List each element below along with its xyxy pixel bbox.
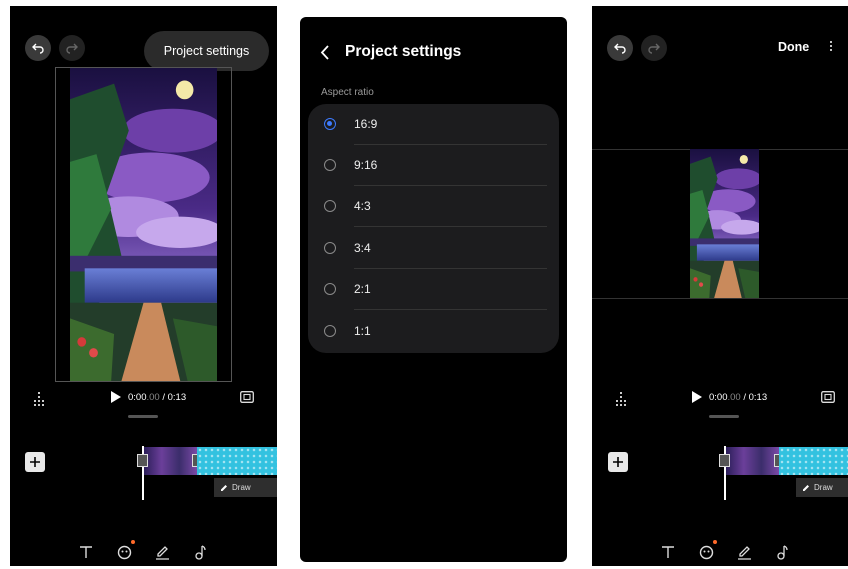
time-total: / 0:13 [743,392,768,403]
time-total: / 0:13 [162,392,187,403]
redo-button[interactable] [641,35,667,61]
drag-handle[interactable] [709,415,739,418]
plus-icon [30,457,40,467]
sticker-tool[interactable] [697,543,715,561]
option-label: 1:1 [354,324,371,338]
fullscreen-icon[interactable] [240,391,254,403]
aspect-ratio-heading: Aspect ratio [321,87,374,98]
aspect-option-3-4[interactable]: 3:4 [308,228,559,269]
aspect-option-9-16[interactable]: 9:16 [308,145,559,186]
pencil-icon [221,484,227,491]
radio-unselected[interactable] [324,242,336,254]
sticker-clip[interactable] [779,447,848,475]
divider [354,226,547,227]
undo-button[interactable] [25,35,51,61]
redo-icon [648,43,660,54]
sticker-clip[interactable] [197,447,277,475]
add-clip-button[interactable] [608,452,628,472]
option-label: 2:1 [354,282,371,296]
video-clip[interactable] [144,447,197,475]
time-readout: 0:00.00 / 0:13 [128,392,186,403]
option-label: 3:4 [354,241,371,255]
radio-unselected[interactable] [324,325,336,337]
redo-button[interactable] [59,35,85,61]
play-button[interactable] [692,391,702,403]
pen-icon [155,545,169,560]
aspect-option-16-9[interactable]: 16:9 [308,104,559,145]
time-current: 0:00 [709,392,728,403]
play-button[interactable] [111,391,121,403]
clip-trim-handle-left[interactable] [137,454,148,467]
done-button[interactable]: Done [778,40,809,54]
text-icon [80,546,92,558]
more-options-icon[interactable] [830,41,833,53]
aspect-option-1-1[interactable]: 1:1 [308,311,559,352]
text-tool[interactable] [659,543,677,561]
aspect-option-4-3[interactable]: 4:3 [308,186,559,227]
text-icon [662,546,674,558]
time-fraction: .00 [146,392,160,403]
undo-icon [614,43,626,54]
project-settings-label: Project settings [163,44,250,58]
add-clip-button[interactable] [25,452,45,472]
sticker-icon [117,545,131,559]
grid-dots-icon[interactable] [34,392,44,406]
option-label: 4:3 [354,199,371,213]
video-frame [70,68,217,381]
pen-tool[interactable] [735,543,753,561]
music-icon [195,544,206,560]
video-frame[interactable] [690,149,759,298]
draw-track-chip[interactable]: Draw [214,478,277,497]
time-readout: 0:00.00 / 0:13 [709,392,767,403]
notification-dot [713,540,717,544]
drag-handle[interactable] [128,415,158,418]
aspect-option-2-1[interactable]: 2:1 [308,269,559,310]
radio-unselected[interactable] [324,283,336,295]
radio-unselected[interactable] [324,159,336,171]
time-fraction: .00 [727,392,741,403]
undo-button[interactable] [607,35,633,61]
divider [354,309,547,310]
undo-icon [32,43,44,54]
plus-icon [613,457,623,467]
music-icon [777,544,788,560]
option-label: 16:9 [354,117,378,131]
project-settings-screen: Project settings Aspect ratio 16:9 9:16 … [300,17,567,562]
radio-unselected[interactable] [324,200,336,212]
page-title: Project settings [345,43,462,60]
editor-screen-portrait: Project settings 0:00.00 / 0:13 Draw [10,6,277,566]
sticker-icon [699,545,713,559]
music-tool[interactable] [191,543,209,561]
pencil-icon [803,484,809,491]
notification-dot [131,540,135,544]
pen-icon [737,545,751,560]
music-tool[interactable] [773,543,791,561]
radio-selected[interactable] [324,118,336,130]
fullscreen-icon[interactable] [821,391,835,403]
pen-tool[interactable] [153,543,171,561]
project-settings-button[interactable]: Project settings [144,31,269,71]
clip-trim-handle-left[interactable] [719,454,730,467]
editor-screen-landscape: Done 0:00.00 / 0:13 Draw [592,6,848,566]
back-icon[interactable] [320,45,330,60]
sticker-tool[interactable] [115,543,133,561]
preview-canvas[interactable] [55,67,232,382]
grid-dots-icon[interactable] [616,392,626,406]
video-clip[interactable] [726,447,779,475]
text-tool[interactable] [77,543,95,561]
draw-track-chip[interactable]: Draw [796,478,848,497]
redo-icon [66,43,78,54]
option-label: 9:16 [354,158,378,172]
draw-label: Draw [814,483,833,492]
draw-label: Draw [232,483,251,492]
time-current: 0:00 [128,392,147,403]
canvas-bottom-edge [592,298,848,299]
aspect-ratio-list: 16:9 9:16 4:3 3:4 2:1 1:1 [308,104,559,353]
